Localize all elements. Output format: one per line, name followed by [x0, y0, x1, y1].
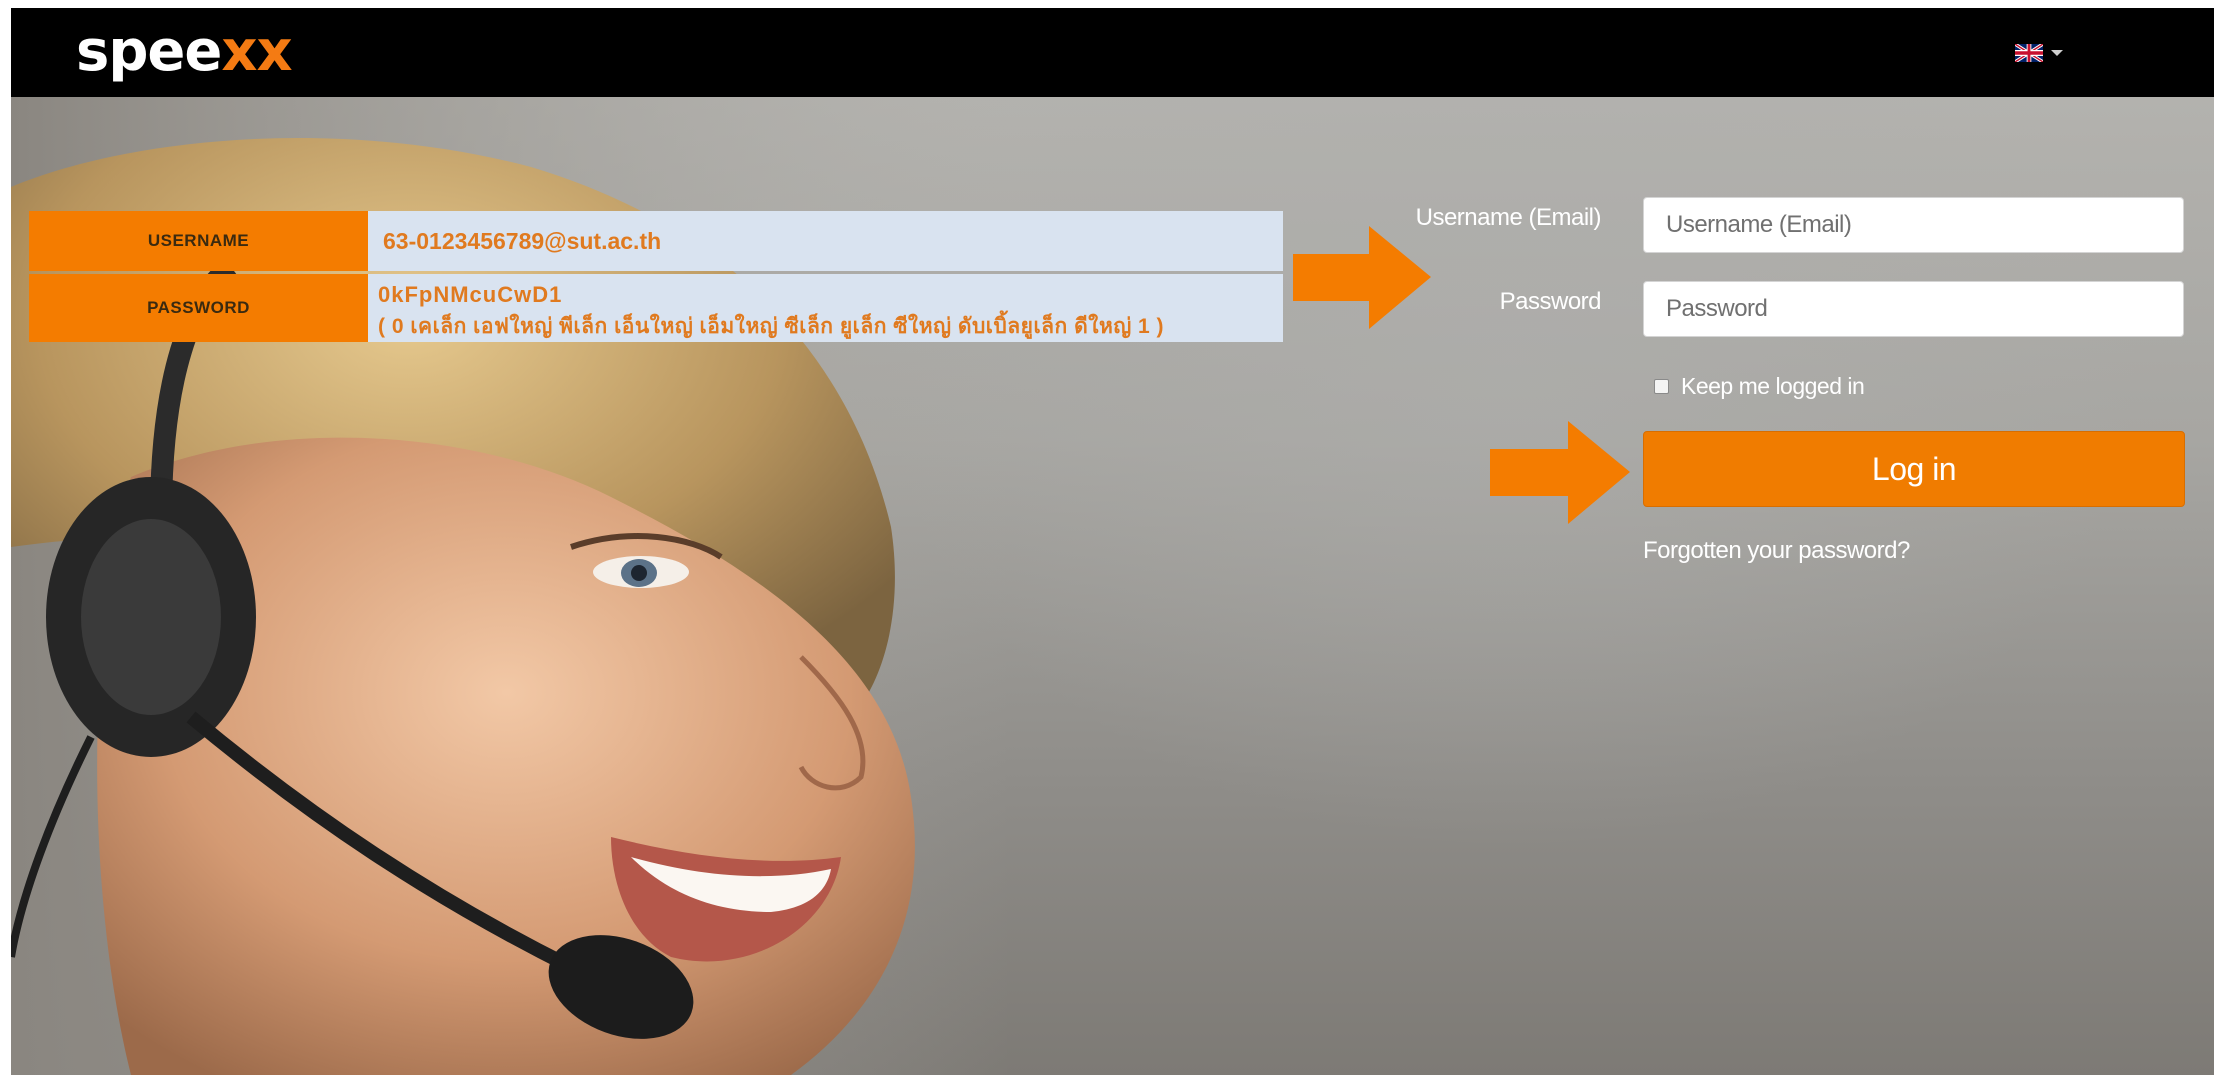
page: speexx USERNAME 63-0123456789@sut.ac.th …: [11, 8, 2214, 1075]
credentials-password-hint: ( 0 เคเล็ก เอฟใหญ่ พีเล็ก เอ็นใหญ่ เอ็มใ…: [378, 315, 1165, 338]
credentials-username-row: USERNAME 63-0123456789@sut.ac.th: [29, 211, 1283, 271]
username-input[interactable]: [1643, 197, 2184, 253]
logo-text-main: spee: [76, 19, 222, 84]
credentials-password-row: PASSWORD 0kFpNMcuCwD1 ( 0 เคเล็ก เอฟใหญ่…: [29, 274, 1283, 342]
username-label: Username (Email): [1415, 204, 1602, 231]
speexx-logo[interactable]: speexx: [76, 19, 293, 84]
credentials-password-label: PASSWORD: [29, 274, 368, 342]
login-button[interactable]: Log in: [1643, 431, 2185, 507]
password-label: Password: [1499, 288, 1602, 315]
uk-flag-icon: [2015, 44, 2043, 62]
logo-text-accent: x: [221, 19, 257, 84]
caret-down-icon: [2051, 50, 2063, 56]
forgot-password-link[interactable]: Forgotten your password?: [1643, 537, 1910, 565]
password-input[interactable]: [1643, 281, 2184, 337]
keep-logged-in-label: Keep me logged in: [1681, 373, 1865, 399]
credentials-username-label: USERNAME: [29, 211, 368, 271]
language-selector[interactable]: [2015, 40, 2063, 66]
keep-logged-in[interactable]: Keep me logged in: [1654, 373, 1865, 400]
credentials-overlay: USERNAME 63-0123456789@sut.ac.th PASSWOR…: [29, 211, 1283, 355]
keep-logged-in-checkbox[interactable]: [1654, 379, 1669, 394]
arrow-right-icon: [1490, 421, 1630, 524]
credentials-password-value-box: 0kFpNMcuCwD1 ( 0 เคเล็ก เอฟใหญ่ พีเล็ก เ…: [368, 274, 1283, 342]
logo-text-tail: x: [256, 19, 293, 84]
top-navbar: speexx: [11, 8, 2214, 97]
credentials-password-value: 0kFpNMcuCwD1: [378, 282, 563, 307]
credentials-username-value: 63-0123456789@sut.ac.th: [368, 211, 1283, 271]
